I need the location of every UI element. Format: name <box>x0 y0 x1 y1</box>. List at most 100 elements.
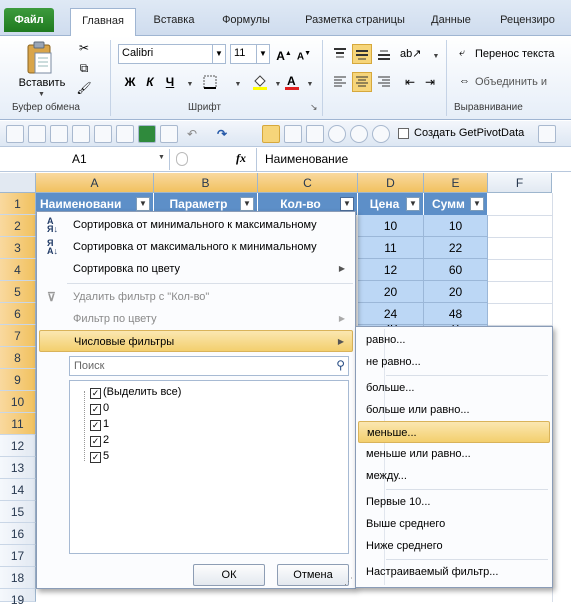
circle-icon[interactable] <box>350 125 368 143</box>
tab-page-layout[interactable]: Разметка страницы <box>290 8 420 32</box>
pivot-refresh-icon[interactable] <box>28 125 46 143</box>
align-left-icon[interactable] <box>330 72 350 92</box>
row-header[interactable]: 5 <box>0 281 36 303</box>
circle-icon[interactable] <box>372 125 390 143</box>
protect-icon[interactable] <box>306 125 324 143</box>
tab-review[interactable]: Рецензиро <box>484 8 571 32</box>
zoom-icon[interactable] <box>284 125 302 143</box>
align-top-icon[interactable] <box>330 44 350 64</box>
submenu-item-greater-equal[interactable]: больше или равно... <box>358 399 550 421</box>
chevron-down-icon[interactable]: ▼ <box>300 72 320 92</box>
merge-center-button[interactable]: ⇔ Объединить и <box>456 72 571 92</box>
orientation-icon[interactable]: ab↗ <box>400 44 421 64</box>
bold-button[interactable]: Ж <box>120 72 140 92</box>
row-header[interactable]: 4 <box>0 259 36 281</box>
row-header[interactable]: 12 <box>0 435 36 457</box>
form-icon[interactable] <box>94 125 112 143</box>
tab-insert[interactable]: Вставка <box>142 8 206 32</box>
chevron-down-icon[interactable]: ▼ <box>256 45 269 63</box>
submenu-item-custom-filter[interactable]: Настраиваемый фильтр... <box>358 561 550 583</box>
row-header[interactable]: 19 <box>0 589 36 607</box>
filter-dropdown-icon[interactable]: ▼ <box>406 197 420 211</box>
checkbox-checked-icon[interactable]: ✓ <box>90 388 101 399</box>
field-settings-icon[interactable] <box>50 125 68 143</box>
submenu-item-greater[interactable]: больше... <box>358 377 550 399</box>
wrap-text-button[interactable]: ⤶ Перенос текста <box>456 44 571 64</box>
sort-icon[interactable] <box>538 125 556 143</box>
lock-icon[interactable] <box>262 125 280 143</box>
shrink-font-icon[interactable]: A▼ <box>294 44 314 64</box>
list-item[interactable]: ✓ 5 <box>90 448 109 464</box>
menu-item-sort-asc[interactable]: А Я↓ Сортировка от минимального к максима… <box>39 214 353 236</box>
list-item[interactable]: ✓ 0 <box>90 400 109 416</box>
row-header[interactable]: 13 <box>0 457 36 479</box>
list-item[interactable]: ✓ 1 <box>90 416 109 432</box>
column-header-f[interactable]: F <box>488 173 552 193</box>
filter-search-input[interactable]: Поиск ⚲ <box>69 356 349 376</box>
tab-data[interactable]: Данные <box>420 8 482 32</box>
increase-indent-icon[interactable]: ⇥ <box>420 72 440 92</box>
column-header-d[interactable]: D <box>358 173 424 193</box>
chevron-down-icon[interactable]: ▼ <box>180 72 200 92</box>
filter-dropdown-icon[interactable]: ▼ <box>136 197 150 211</box>
chevron-down-icon[interactable]: ▼ <box>228 72 248 92</box>
filter-values-list[interactable]: ✓ (Выделить все) ✓ 0 ✓ 1 ✓ 2 ✓ 5 <box>69 380 349 554</box>
italic-button[interactable]: К <box>140 72 160 92</box>
header-cell-sum[interactable]: Сумм ▼ <box>424 193 488 215</box>
menu-item-clear-filter[interactable]: ⊽ Удалить фильтр с "Кол-во" <box>39 286 353 308</box>
row-header[interactable]: 10 <box>0 391 36 413</box>
tab-file[interactable]: Файл <box>4 8 54 32</box>
copy-icon[interactable]: ⧉ <box>74 58 94 78</box>
align-bottom-icon[interactable] <box>374 44 394 64</box>
align-center-icon[interactable] <box>352 72 372 92</box>
formula-input[interactable]: Наименование <box>256 148 571 172</box>
splitter-handle[interactable] <box>176 152 188 166</box>
pivot-icon[interactable] <box>6 125 24 143</box>
filter-dropdown-icon[interactable]: ▼ <box>240 197 254 211</box>
grow-font-icon[interactable]: A▲ <box>274 44 294 64</box>
row-header[interactable]: 16 <box>0 523 36 545</box>
cancel-button[interactable]: Отмена <box>277 564 349 586</box>
font-size-combo[interactable]: 11 ▼ <box>230 44 270 64</box>
cut-icon[interactable]: ✂ <box>74 38 94 58</box>
cell-d5[interactable]: 20 <box>358 281 424 303</box>
chevron-down-icon[interactable]: ▼ <box>158 154 165 161</box>
column-header-b[interactable]: B <box>154 173 258 193</box>
row-header[interactable]: 1 <box>0 193 36 215</box>
ok-button[interactable]: ОК <box>193 564 265 586</box>
cell-e2[interactable]: 10 <box>424 215 488 237</box>
select-all-corner[interactable] <box>0 173 36 193</box>
document-icon[interactable] <box>116 125 134 143</box>
menu-item-sort-desc[interactable]: Я А↓ Сортировка от максимального к минима… <box>39 236 353 258</box>
cell-e6[interactable]: 48 <box>424 303 488 325</box>
align-middle-icon[interactable] <box>352 44 372 64</box>
redo-icon[interactable]: ↷ <box>212 124 232 144</box>
column-header-c[interactable]: C <box>258 173 358 193</box>
circle-icon[interactable] <box>328 125 346 143</box>
align-right-icon[interactable] <box>374 72 394 92</box>
cell-d3[interactable]: 11 <box>358 237 424 259</box>
checkbox-checked-icon[interactable]: ✓ <box>90 436 101 447</box>
group-icon[interactable] <box>72 125 90 143</box>
list-item[interactable]: ✓ 2 <box>90 432 109 448</box>
submenu-item-above-average[interactable]: Выше среднего <box>358 513 550 535</box>
borders-icon[interactable] <box>200 72 220 92</box>
font-name-combo[interactable]: Calibri ▼ <box>118 44 226 64</box>
cell-e3[interactable]: 22 <box>424 237 488 259</box>
row-header[interactable]: 7 <box>0 325 36 347</box>
row-header[interactable]: 15 <box>0 501 36 523</box>
checkbox-checked-icon[interactable]: ✓ <box>90 452 101 463</box>
decrease-indent-icon[interactable]: ⇤ <box>400 72 420 92</box>
underline-button[interactable]: Ч <box>160 72 180 92</box>
submenu-item-top-10[interactable]: Первые 10... <box>358 491 550 513</box>
excel-icon[interactable] <box>138 125 156 143</box>
filter-dropdown-icon[interactable]: ▼ <box>470 197 484 211</box>
resize-grip-icon[interactable]: ⋰ <box>344 576 353 587</box>
row-header[interactable]: 14 <box>0 479 36 501</box>
menu-item-sort-color[interactable]: Сортировка по цвету ▶ <box>39 258 353 280</box>
name-box[interactable]: A1 ▼ <box>0 149 170 170</box>
checkbox-checked-icon[interactable]: ✓ <box>90 404 101 415</box>
list-item-select-all[interactable]: ✓ (Выделить все) <box>90 384 181 400</box>
cell-e5[interactable]: 20 <box>424 281 488 303</box>
filter-dropdown-icon[interactable]: ▼ <box>340 197 354 211</box>
